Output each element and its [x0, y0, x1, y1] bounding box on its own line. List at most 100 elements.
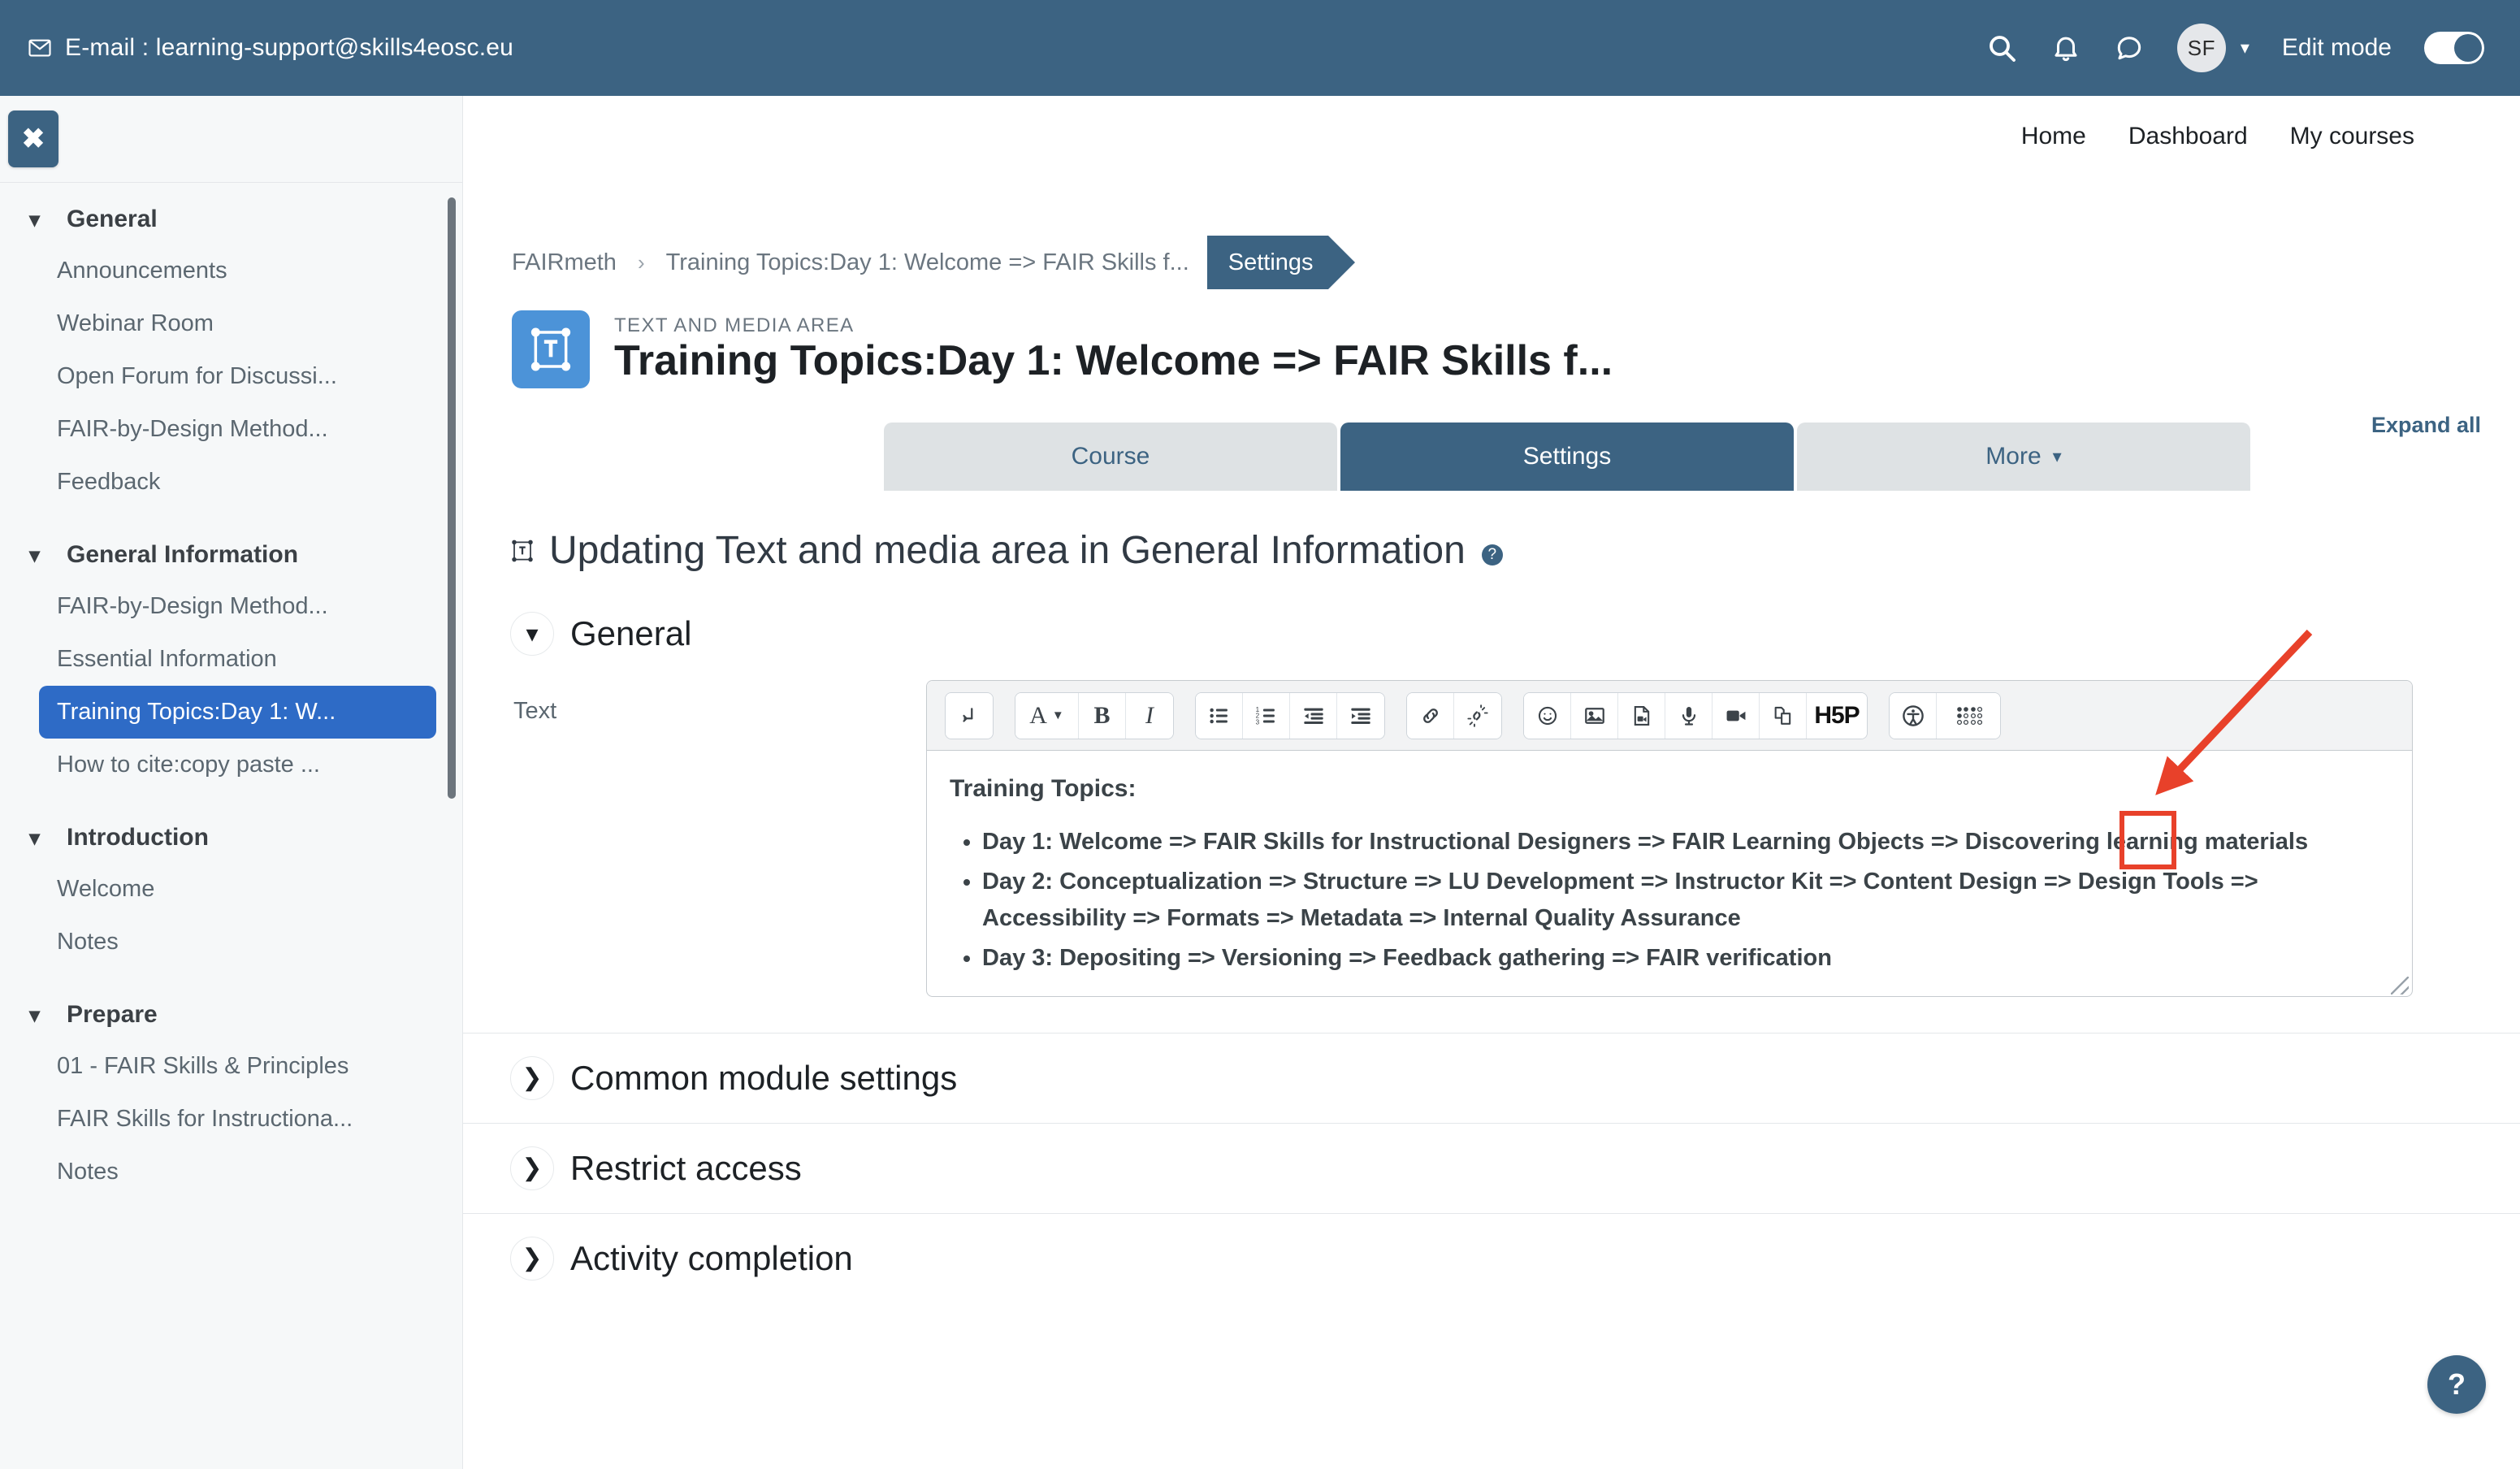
editor-bullet-day3: Day 3: Depositing => Versioning => Feedb… — [982, 940, 2389, 977]
nav-link-my-courses[interactable]: My courses — [2290, 123, 2414, 150]
camera-icon[interactable] — [1712, 693, 1760, 739]
editor-resize-handle[interactable] — [2391, 977, 2409, 994]
text-and-media-area-icon — [512, 310, 590, 388]
sidebar-section-introduction[interactable]: ▾ Introduction — [0, 812, 462, 863]
breadcrumb-current-settings: Settings — [1207, 236, 1328, 289]
close-drawer-button[interactable]: ✖ — [8, 110, 58, 167]
sidebar-item-notes[interactable]: Notes — [39, 916, 436, 968]
support-email: E-mail : learning-support@skills4eosc.eu — [28, 34, 513, 62]
sidebar-scrollbar[interactable] — [448, 197, 456, 799]
screenreader-helper-icon[interactable] — [1937, 693, 2000, 739]
breadcrumb-item-course[interactable]: FAIRmeth — [512, 249, 617, 276]
search-icon[interactable] — [1985, 32, 2018, 64]
help-floating-button[interactable]: ? — [2427, 1355, 2486, 1414]
section-activity-completion[interactable]: ❯ Activity completion — [463, 1213, 2520, 1303]
toolbar-group-lists: 1 2 3 — [1195, 692, 1385, 739]
svg-text:3: 3 — [1255, 718, 1259, 726]
sidebar-item-training-topics-day1[interactable]: Training Topics:Day 1: W... — [39, 686, 436, 739]
chevron-right-icon[interactable]: ❯ — [510, 1056, 554, 1100]
sidebar-section-prepare[interactable]: ▾ Prepare — [0, 990, 462, 1040]
sidebar-section-general-information[interactable]: ▾ General Information — [0, 530, 462, 580]
bulleted-list-icon[interactable] — [1196, 693, 1243, 739]
increase-indent-icon[interactable] — [1337, 693, 1384, 739]
breadcrumb-item-activity[interactable]: Training Topics:Day 1: Welcome => FAIR S… — [666, 249, 1189, 276]
microphone-icon[interactable] — [1665, 693, 1712, 739]
nav-link-dashboard[interactable]: Dashboard — [2128, 123, 2248, 150]
decrease-indent-icon[interactable] — [1290, 693, 1337, 739]
collapse-toolbar-icon[interactable] — [946, 693, 993, 739]
sidebar-item-how-to-cite[interactable]: How to cite:copy paste ... — [39, 739, 436, 791]
annotation-highlight-box — [2119, 811, 2176, 869]
sidebar-item-welcome[interactable]: Welcome — [39, 863, 436, 916]
chevron-right-icon: › — [638, 250, 645, 275]
sidebar-item-01-fair-skills-principles[interactable]: 01 - FAIR Skills & Principles — [39, 1040, 436, 1093]
close-icon: ✖ — [22, 123, 45, 155]
toolbar-group-style: A ▼ B I — [1015, 692, 1174, 739]
top-navigation-bar: E-mail : learning-support@skills4eosc.eu — [0, 0, 2520, 96]
sidebar-item-notes-2[interactable]: Notes — [39, 1146, 436, 1198]
image-icon[interactable] — [1571, 693, 1618, 739]
editor-content-area[interactable]: Training Topics: Day 1: Welcome => FAIR … — [927, 751, 2412, 996]
page-header: TEXT AND MEDIA AREA Training Topics:Day … — [512, 310, 2520, 388]
chevron-down-icon: ▾ — [29, 1003, 49, 1028]
chevron-down-icon: ▾ — [29, 826, 49, 851]
section-restrict-access[interactable]: ❯ Restrict access — [463, 1123, 2520, 1213]
sidebar-spacer — [0, 968, 462, 990]
tab-course-label: Course — [1072, 443, 1150, 470]
sidebar-item-fair-by-design-method[interactable]: FAIR-by-Design Method... — [39, 403, 436, 456]
italic-icon[interactable]: I — [1126, 693, 1173, 739]
sidebar-item-announcements[interactable]: Announcements — [39, 245, 436, 297]
chevron-down-icon[interactable]: ▾ — [2241, 37, 2249, 58]
accessibility-checker-icon[interactable] — [1890, 693, 1937, 739]
edit-mode-label: Edit mode — [2282, 34, 2392, 62]
numbered-list-icon[interactable]: 1 2 3 — [1243, 693, 1290, 739]
sidebar-item-webinar-room[interactable]: Webinar Room — [39, 297, 436, 350]
sidebar-scroll-area: ▾ General Announcements Webinar Room Ope… — [0, 183, 462, 1469]
bell-icon[interactable] — [2050, 32, 2081, 63]
text-and-media-area-icon — [510, 539, 535, 563]
editor-bullet-day1: Day 1: Welcome => FAIR Skills for Instru… — [982, 824, 2389, 860]
nav-link-home[interactable]: Home — [2021, 123, 2086, 150]
sidebar-item-fair-by-design-method-2[interactable]: FAIR-by-Design Method... — [39, 580, 436, 633]
sidebar-item-open-forum[interactable]: Open Forum for Discussi... — [39, 350, 436, 403]
section-title-activity-completion: Activity completion — [570, 1239, 853, 1278]
chevron-down-icon[interactable]: ▾ — [510, 612, 554, 656]
section-common-module-settings[interactable]: ❯ Common module settings — [463, 1033, 2520, 1123]
chevron-right-icon[interactable]: ❯ — [510, 1146, 554, 1190]
toolbar-group-media: H5P — [1523, 692, 1868, 739]
h5p-label: H5P — [1814, 702, 1859, 730]
edit-mode-toggle[interactable] — [2424, 32, 2484, 64]
section-header-general[interactable]: ▾ General — [510, 612, 2520, 656]
chevron-right-icon[interactable]: ❯ — [510, 1237, 554, 1280]
section-title-common-module-settings: Common module settings — [570, 1059, 957, 1098]
tab-settings[interactable]: Settings — [1340, 422, 1794, 491]
link-icon[interactable] — [1407, 693, 1454, 739]
page-title: Training Topics:Day 1: Welcome => FAIR S… — [614, 337, 1613, 384]
avatar-initials: SF — [2188, 36, 2215, 61]
help-icon[interactable]: ? — [1482, 544, 1503, 566]
bold-icon[interactable]: B — [1079, 693, 1126, 739]
tab-more-label: More — [1985, 443, 2041, 470]
message-bubble-icon[interactable] — [2114, 32, 2145, 63]
expand-all-link[interactable]: Expand all — [2371, 413, 2481, 438]
sidebar-item-essential-information[interactable]: Essential Information — [39, 633, 436, 686]
tab-more[interactable]: More ▾ — [1797, 422, 2250, 491]
h5p-icon[interactable]: H5P — [1807, 693, 1867, 739]
manage-files-icon[interactable] — [1760, 693, 1807, 739]
unlink-icon[interactable] — [1454, 693, 1501, 739]
video-file-icon[interactable] — [1618, 693, 1665, 739]
collapsed-sections: ❯ Common module settings ❯ Restrict acce… — [463, 1033, 2520, 1303]
font-style-icon[interactable]: A ▼ — [1015, 693, 1079, 739]
field-row-text: Text A — [463, 680, 2520, 997]
sidebar-item-feedback[interactable]: Feedback — [39, 456, 436, 509]
top-bar-actions: SF ▾ Edit mode — [1985, 24, 2484, 72]
sidebar-item-fair-skills-for-instructional[interactable]: FAIR Skills for Instructiona... — [39, 1093, 436, 1146]
toolbar-group-collapse — [945, 692, 994, 739]
editor-intro-text: Training Topics: — [950, 775, 2389, 803]
avatar[interactable]: SF — [2177, 24, 2226, 72]
tab-course[interactable]: Course — [884, 422, 1337, 491]
sidebar-section-general[interactable]: ▾ General — [0, 194, 462, 245]
emoji-icon[interactable] — [1524, 693, 1571, 739]
sidebar-spacer — [0, 509, 462, 530]
sidebar-section-label: Introduction — [67, 824, 209, 852]
